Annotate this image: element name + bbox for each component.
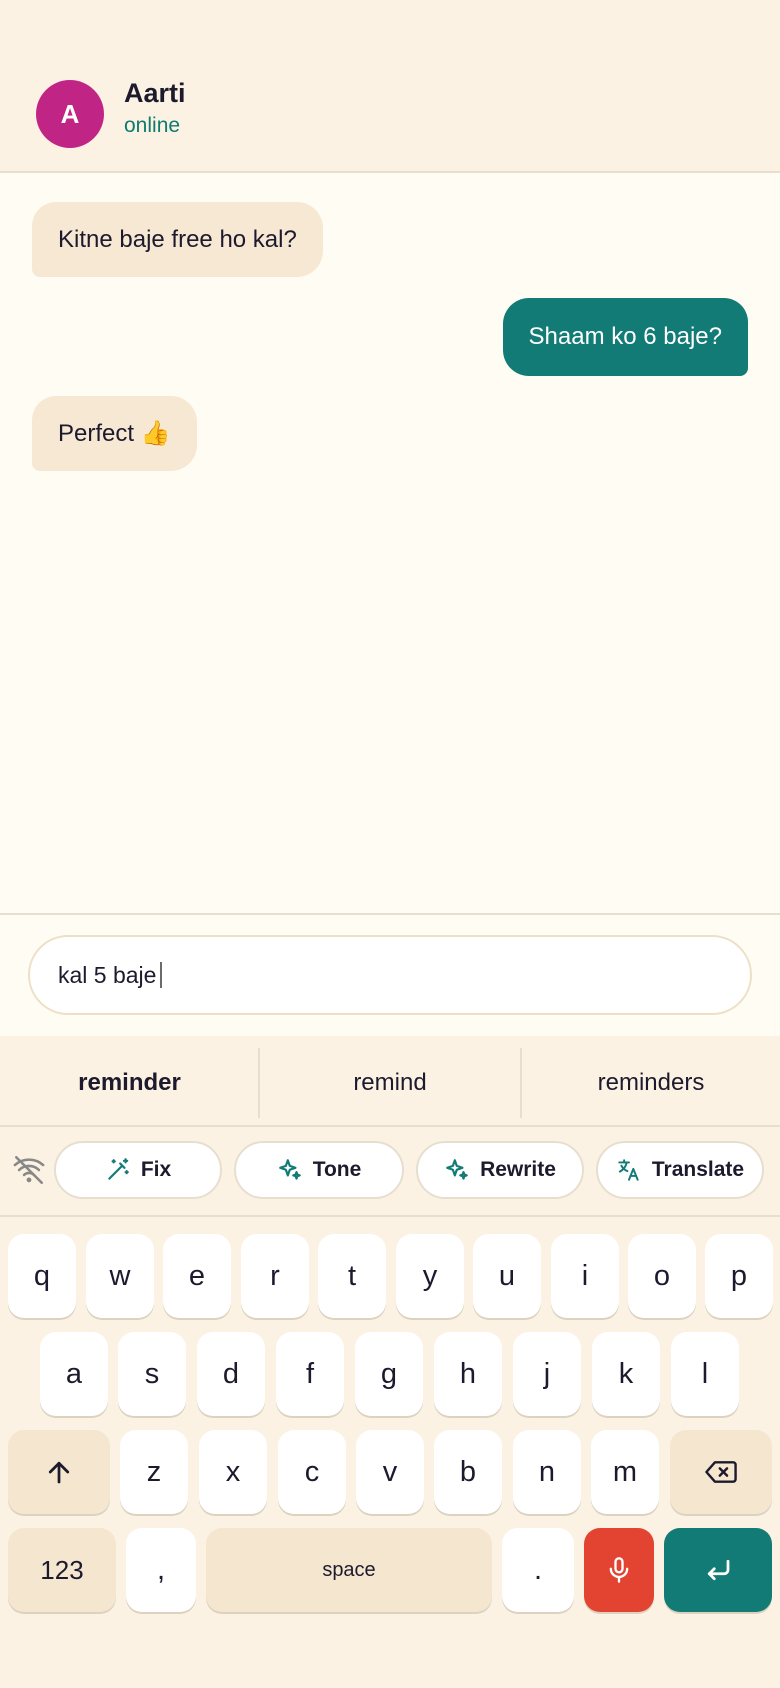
suggestion-strip: reminder remind reminders [0, 1036, 780, 1127]
translate-button[interactable]: Translate [596, 1141, 764, 1199]
key-j[interactable]: j [513, 1332, 581, 1416]
keyboard: reminder remind reminders Fix Tone Rewri… [0, 1036, 780, 1688]
key-n[interactable]: n [513, 1430, 581, 1514]
period-key[interactable]: . [502, 1528, 574, 1612]
key-c[interactable]: c [278, 1430, 346, 1514]
wifi-off-icon[interactable] [12, 1153, 46, 1187]
fix-label: Fix [140, 1158, 172, 1181]
key-u[interactable]: u [473, 1234, 541, 1318]
magic-wand-icon [108, 1158, 129, 1180]
key-l[interactable]: l [671, 1332, 739, 1416]
incoming-message[interactable]: Kitne baje free ho kal? [32, 202, 323, 277]
contact-status: online [124, 114, 181, 137]
rewrite-label: Rewrite [480, 1158, 556, 1181]
key-d[interactable]: d [197, 1332, 265, 1416]
key-e[interactable]: e [163, 1234, 231, 1318]
space-key[interactable]: space [206, 1528, 492, 1612]
incoming-message[interactable]: Perfect 👍 [32, 396, 197, 471]
message-list[interactable]: Kitne baje free ho kal? Shaam ko 6 baje?… [0, 173, 780, 913]
message-input-text: kal 5 baje [58, 961, 157, 988]
tone-label: Tone [312, 1158, 362, 1181]
ai-tools-row: Fix Tone Rewrite Translate [0, 1127, 780, 1217]
tone-button[interactable]: Tone [234, 1141, 404, 1199]
numbers-key[interactable]: 123 [8, 1528, 116, 1612]
shift-arrow-icon [48, 1461, 70, 1484]
chat-header: A Aarti online [0, 0, 780, 173]
key-r[interactable]: r [241, 1234, 309, 1318]
suggestion-1[interactable]: reminder [0, 1048, 259, 1118]
key-z[interactable]: z [120, 1430, 188, 1514]
key-t[interactable]: t [318, 1234, 386, 1318]
translate-label: Translate [651, 1158, 745, 1181]
key-y[interactable]: y [396, 1234, 464, 1318]
sparkle-icon [278, 1159, 301, 1180]
enter-key[interactable] [664, 1528, 772, 1612]
suggestion-2[interactable]: remind [260, 1048, 520, 1118]
voice-input-key[interactable] [584, 1528, 654, 1612]
key-a[interactable]: a [40, 1332, 108, 1416]
composer-bar: kal 5 baje [0, 913, 780, 1036]
message-input[interactable]: kal 5 baje [28, 935, 752, 1015]
fix-button[interactable]: Fix [54, 1141, 222, 1199]
comma-key[interactable]: , [126, 1528, 196, 1612]
key-q[interactable]: q [8, 1234, 76, 1318]
suggestion-3[interactable]: reminders [522, 1048, 780, 1118]
key-m[interactable]: m [591, 1430, 659, 1514]
key-v[interactable]: v [356, 1430, 424, 1514]
translate-icon [618, 1159, 639, 1181]
key-i[interactable]: i [551, 1234, 619, 1318]
key-w[interactable]: w [86, 1234, 154, 1318]
avatar[interactable]: A [36, 80, 104, 148]
key-s[interactable]: s [118, 1332, 186, 1416]
key-p[interactable]: p [705, 1234, 773, 1318]
rewrite-button[interactable]: Rewrite [416, 1141, 584, 1199]
key-g[interactable]: g [355, 1332, 423, 1416]
key-f[interactable]: f [276, 1332, 344, 1416]
backspace-icon [705, 1461, 737, 1483]
key-o[interactable]: o [628, 1234, 696, 1318]
key-b[interactable]: b [434, 1430, 502, 1514]
shift-key[interactable] [8, 1430, 110, 1514]
key-h[interactable]: h [434, 1332, 502, 1416]
text-caret [160, 962, 163, 988]
key-k[interactable]: k [592, 1332, 660, 1416]
key-x[interactable]: x [199, 1430, 267, 1514]
backspace-key[interactable] [670, 1430, 772, 1514]
enter-icon [707, 1559, 730, 1581]
outgoing-message[interactable]: Shaam ko 6 baje? [502, 298, 748, 376]
contact-name[interactable]: Aarti [124, 78, 186, 109]
sparkle-icon [446, 1159, 468, 1180]
microphone-icon [609, 1557, 629, 1583]
